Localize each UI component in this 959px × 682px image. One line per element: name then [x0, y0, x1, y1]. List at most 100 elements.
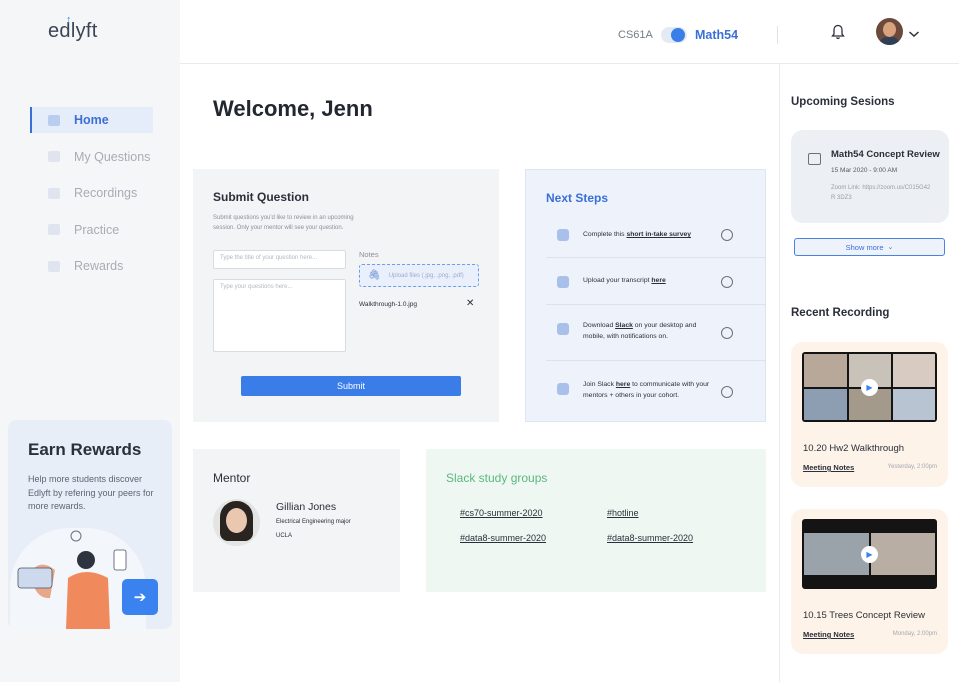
- home-icon: [48, 114, 60, 126]
- session-title: Math54 Concept Review: [831, 149, 940, 160]
- sidebar-item-home[interactable]: Home: [30, 107, 153, 133]
- slack-channel-link[interactable]: #data8-summer-2020: [460, 533, 546, 543]
- mentor-school: UCLA: [276, 533, 293, 539]
- course-toggle[interactable]: [661, 27, 687, 43]
- slack-groups-card: Slack study groups #cs70-summer-2020 #ho…: [426, 449, 766, 592]
- sidebar-item-label: Practice: [74, 222, 120, 237]
- slack-link[interactable]: Slack: [615, 322, 633, 329]
- session-zoom-link[interactable]: Zoom Link: https://zoom.us/C015G42R 3DZ3: [831, 183, 931, 203]
- divider: [777, 26, 778, 44]
- bell-icon[interactable]: [831, 24, 845, 45]
- rewards-icon: [48, 260, 60, 272]
- next-step-download-slack: Download Slack on your desktop and mobil…: [546, 305, 766, 361]
- play-icon[interactable]: ▶: [861, 379, 878, 396]
- step-text: Complete this short in-take survey: [583, 231, 692, 238]
- mentor-card: Mentor Gillian Jones Electrical Engineer…: [193, 449, 400, 592]
- submit-button[interactable]: Submit: [241, 376, 461, 396]
- slack-channel-link[interactable]: #data8-summer-2020: [607, 533, 693, 543]
- users-icon: [557, 383, 569, 395]
- top-bar: CS61A Math54: [180, 0, 959, 64]
- session-date: 15 Mar 2020 - 9:00 AM: [831, 167, 898, 174]
- sidebar-item-recordings[interactable]: Recordings: [30, 180, 153, 206]
- slack-channel-link[interactable]: #cs70-summer-2020: [460, 508, 543, 518]
- arrow-right-icon: ➔: [133, 589, 147, 606]
- remove-file-icon[interactable]: ✕: [466, 298, 474, 309]
- notes-label: Notes: [359, 250, 379, 259]
- chevron-down-icon[interactable]: [908, 26, 920, 44]
- earn-rewards-text: Help more students discover Edlyft by re…: [28, 474, 154, 511]
- logo-text: edlyft: [48, 20, 98, 42]
- sidebar-item-label: Rewards: [74, 259, 124, 274]
- submit-question-card: Submit Question Submit questions you'd l…: [193, 169, 499, 422]
- mentor-photo: [213, 499, 260, 546]
- globe-icon: [557, 276, 569, 288]
- recent-recording-title: Recent Recording: [791, 307, 890, 319]
- edlyft-logo[interactable]: edlyft ↑: [48, 14, 98, 43]
- next-steps-card: Next Steps Complete this short in-take s…: [525, 169, 766, 422]
- sidebar-item-practice[interactable]: Practice: [30, 217, 153, 243]
- course-option-math54[interactable]: Math54: [695, 28, 738, 42]
- recording-card[interactable]: ▶ 10.20 Hw2 Walkthrough Meeting Notes Ye…: [791, 342, 948, 487]
- questions-icon: [48, 151, 60, 163]
- logo-arrow-icon: ↑: [66, 14, 72, 26]
- question-body-textarea[interactable]: Type your questions here...: [213, 279, 346, 352]
- file-upload-dropzone[interactable]: 🖇 Upload files (.jpg, .png, .pdf): [359, 264, 479, 287]
- avatar[interactable]: [876, 18, 903, 45]
- meeting-notes-link[interactable]: Meeting Notes: [803, 463, 854, 472]
- upload-label: Upload files (.jpg, .png, .pdf): [388, 272, 464, 279]
- step-checkbox[interactable]: [721, 327, 733, 339]
- upcoming-sessions-title: Upcoming Sesions: [791, 96, 895, 108]
- right-panel: Upcoming Sesions Math54 Concept Review 1…: [779, 64, 959, 682]
- sidebar-item-label: My Questions: [74, 149, 151, 164]
- step-text: Upload your transcript here: [583, 277, 666, 284]
- earn-rewards-card: Earn Rewards Help more students discover…: [8, 420, 172, 629]
- sidebar-item-label: Recordings: [74, 186, 138, 201]
- submit-question-title: Submit Question: [213, 190, 309, 204]
- earn-rewards-arrow-button[interactable]: ➔: [122, 579, 158, 615]
- page-title: Welcome, Jenn: [213, 96, 373, 121]
- recording-title: 10.20 Hw2 Walkthrough: [803, 443, 905, 454]
- question-title-input[interactable]: Type the title of your question here...: [213, 250, 346, 269]
- paperclip-icon: 🖇: [368, 270, 381, 281]
- step-text: Download Slack on your desktop and mobil…: [583, 322, 697, 340]
- show-more-label: Show more: [845, 242, 884, 252]
- slack-channel-link[interactable]: #hotline: [607, 508, 639, 518]
- recording-thumbnail: ▶: [802, 352, 937, 422]
- attached-file-name: Walkthrough-1.0.jpg: [359, 301, 417, 308]
- mentor-major: Electrical Engineering major: [276, 519, 351, 525]
- next-steps-title: Next Steps: [546, 191, 609, 205]
- transcript-link[interactable]: here: [651, 277, 665, 284]
- submit-question-description: Submit questions you'd like to review in…: [213, 215, 354, 231]
- calendar-icon: [808, 153, 821, 165]
- chevron-down-icon: ⌄: [887, 244, 894, 251]
- session-card[interactable]: Math54 Concept Review 15 Mar 2020 - 9:00…: [791, 130, 949, 223]
- show-more-button[interactable]: Show more ⌄: [794, 238, 945, 256]
- meeting-notes-link[interactable]: Meeting Notes: [803, 630, 854, 639]
- sidebar-item-my-questions[interactable]: My Questions: [30, 144, 153, 170]
- next-step-survey: Complete this short in-take survey: [546, 214, 766, 258]
- sidebar-item-label: Home: [74, 113, 109, 127]
- course-option-cs61a[interactable]: CS61A: [618, 29, 653, 41]
- recording-title: 10.15 Trees Concept Review: [803, 610, 925, 621]
- download-icon: [557, 323, 569, 335]
- survey-icon: [557, 229, 569, 241]
- mentor-title: Mentor: [213, 471, 251, 485]
- survey-link[interactable]: short in-take survey: [626, 231, 691, 238]
- recording-thumbnail: ▶: [802, 519, 937, 589]
- toggle-knob: [671, 28, 685, 42]
- next-step-transcript: Upload your transcript here: [546, 258, 766, 305]
- step-checkbox[interactable]: [721, 229, 733, 241]
- earn-rewards-title: Earn Rewards: [28, 440, 142, 459]
- step-text: Join Slack here to communicate with your…: [583, 381, 710, 399]
- step-checkbox[interactable]: [721, 276, 733, 288]
- slack-groups-title: Slack study groups: [446, 471, 548, 485]
- sidebar-item-rewards[interactable]: Rewards: [30, 253, 153, 279]
- step-checkbox[interactable]: [721, 386, 733, 398]
- join-slack-link[interactable]: here: [616, 381, 630, 388]
- recording-card[interactable]: ▶ 10.15 Trees Concept Review Meeting Not…: [791, 509, 948, 654]
- next-step-join-slack: Join Slack here to communicate with your…: [546, 361, 766, 421]
- recording-date: Yesterday, 2:00pm: [887, 464, 937, 470]
- sidebar-nav: Home My Questions Recordings Practice Re…: [30, 107, 153, 290]
- play-icon[interactable]: ▶: [861, 546, 878, 563]
- recordings-icon: [48, 187, 60, 199]
